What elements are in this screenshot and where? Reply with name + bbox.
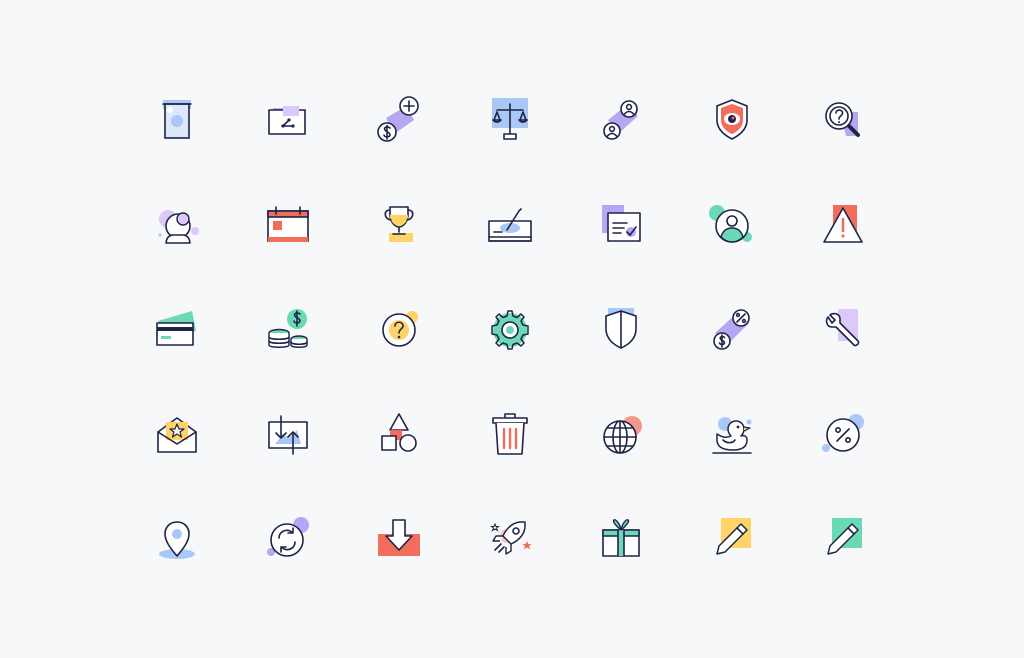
users-exchange-icon — [570, 70, 672, 172]
rocket-icon — [459, 488, 561, 590]
gift-icon — [570, 488, 672, 590]
user-profile-icon — [681, 175, 783, 277]
wrench-icon — [792, 279, 894, 381]
trophy-icon — [348, 175, 450, 277]
pencil-mint-icon — [792, 488, 894, 590]
mail-star-icon — [126, 384, 228, 486]
add-money-icon — [348, 70, 450, 172]
shapes-icon — [348, 384, 450, 486]
globe-icon — [570, 384, 672, 486]
search-help-icon — [792, 70, 894, 172]
pencil-yellow-icon — [681, 488, 783, 590]
transfer-arrows-icon — [237, 384, 339, 486]
balance-scale-icon — [459, 70, 561, 172]
coins-dollar-icon — [237, 279, 339, 381]
shared-folder-icon — [237, 70, 339, 172]
icon-grid — [126, 70, 894, 590]
crystal-ball-icon — [126, 175, 228, 277]
download-icon — [348, 488, 450, 590]
shield-icon — [570, 279, 672, 381]
location-pin-icon — [126, 488, 228, 590]
security-shield-eye-icon — [681, 70, 783, 172]
warning-icon — [792, 175, 894, 277]
approved-document-icon — [570, 175, 672, 277]
trash-icon — [459, 384, 561, 486]
refresh-icon — [237, 488, 339, 590]
gear-icon — [459, 279, 561, 381]
rubber-duck-icon — [681, 384, 783, 486]
cash-signature-icon — [459, 175, 561, 277]
help-circle-icon — [348, 279, 450, 381]
currency-percent-icon — [681, 279, 783, 381]
percent-circle-icon — [792, 384, 894, 486]
atm-cash-icon — [126, 70, 228, 172]
credit-cards-icon — [126, 279, 228, 381]
calendar-icon — [237, 175, 339, 277]
